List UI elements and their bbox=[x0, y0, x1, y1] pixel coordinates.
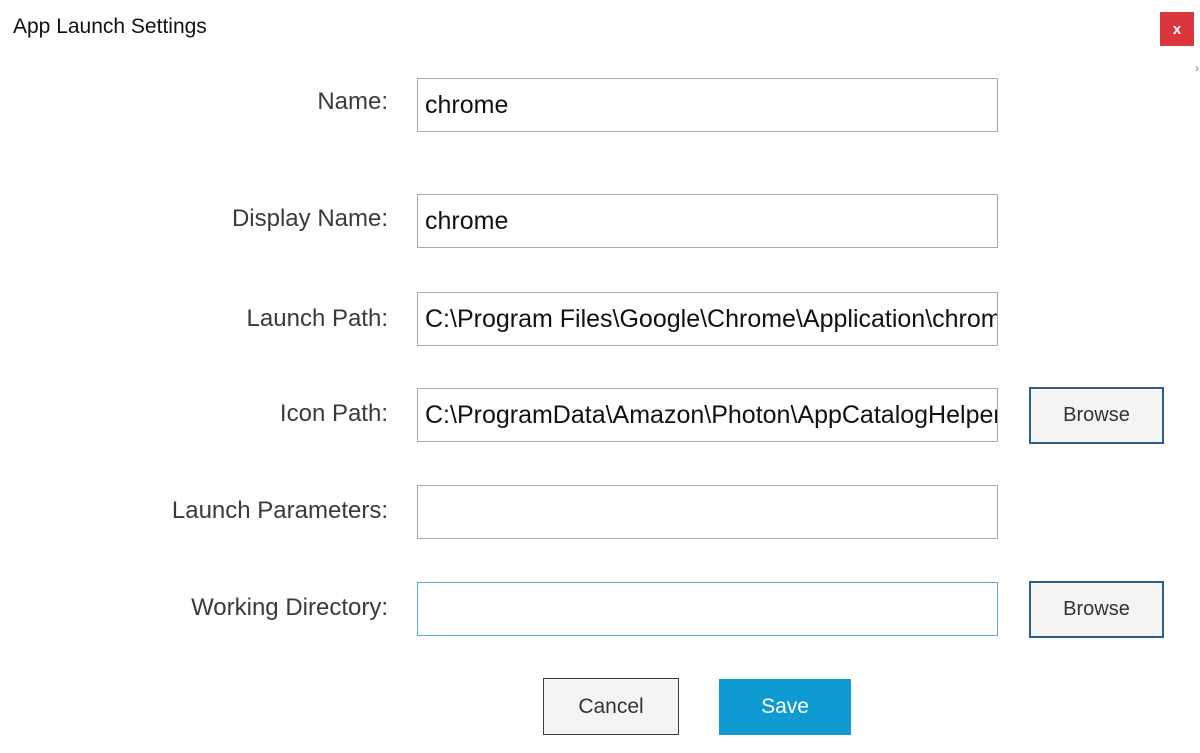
cancel-button[interactable]: Cancel bbox=[543, 678, 679, 735]
edge-artifact: › bbox=[1195, 62, 1199, 74]
close-icon: x bbox=[1172, 20, 1182, 38]
close-button[interactable]: x bbox=[1160, 12, 1194, 46]
display-name-input[interactable] bbox=[417, 194, 998, 248]
launch-parameters-input[interactable] bbox=[417, 485, 998, 539]
display-name-label: Display Name: bbox=[231, 205, 388, 232]
icon-path-input[interactable] bbox=[417, 388, 998, 442]
browse-icon-path-button[interactable]: Browse bbox=[1029, 387, 1164, 444]
icon-path-label: Icon Path: bbox=[279, 400, 388, 427]
name-label: Name: bbox=[317, 88, 388, 115]
launch-parameters-label: Launch Parameters: bbox=[171, 497, 388, 524]
launch-path-input[interactable] bbox=[417, 292, 998, 346]
working-directory-label: Working Directory: bbox=[191, 594, 388, 621]
app-launch-settings-dialog: App Launch Settings x › Name: Display Na… bbox=[0, 0, 1200, 753]
dialog-title: App Launch Settings bbox=[13, 15, 207, 38]
browse-working-directory-button[interactable]: Browse bbox=[1029, 581, 1164, 638]
launch-path-label: Launch Path: bbox=[246, 305, 388, 332]
working-directory-input[interactable] bbox=[417, 582, 998, 636]
save-button[interactable]: Save bbox=[719, 679, 851, 735]
name-input[interactable] bbox=[417, 78, 998, 132]
